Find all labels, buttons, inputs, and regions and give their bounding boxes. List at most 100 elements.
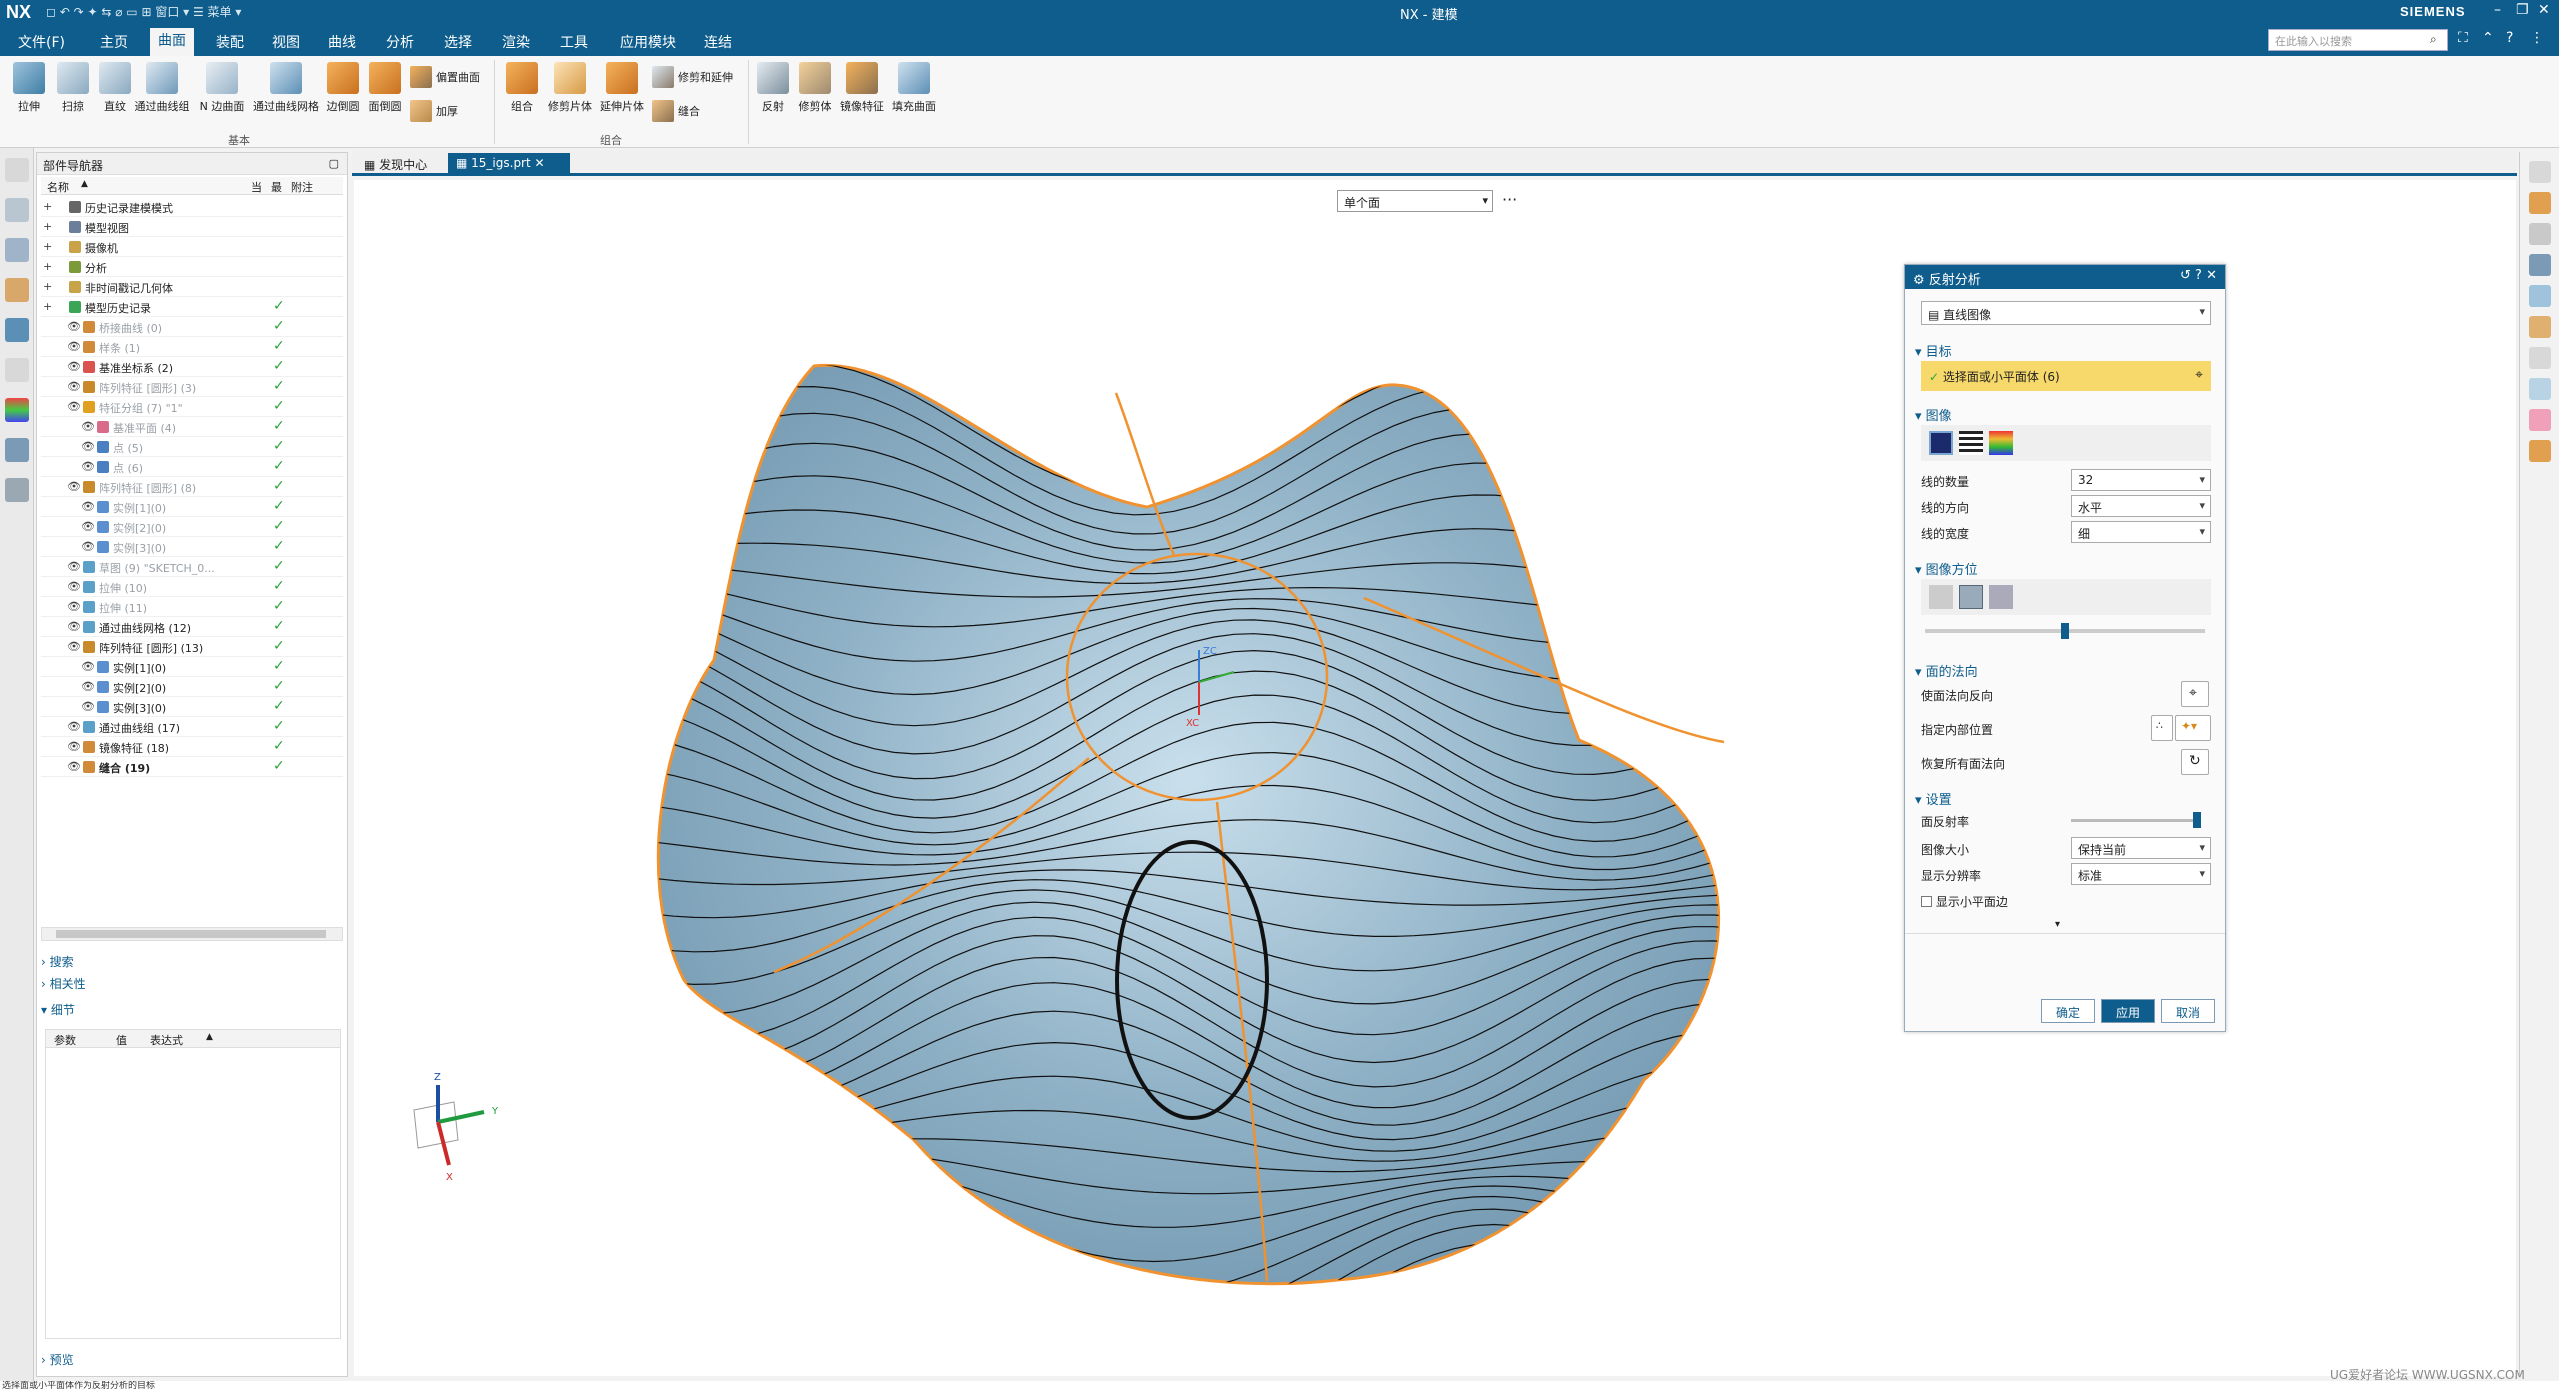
- inferred-point-dropdown[interactable]: ✦▾: [2175, 715, 2211, 741]
- sew-button[interactable]: 缝合: [652, 100, 700, 122]
- visibility-eye-icon[interactable]: 👁: [81, 660, 95, 673]
- visibility-eye-icon[interactable]: 👁: [81, 440, 95, 453]
- expand-icon[interactable]: +: [43, 280, 52, 293]
- expand-icon[interactable]: +: [43, 300, 52, 313]
- web-browser-icon[interactable]: [5, 318, 29, 342]
- visibility-eye-icon[interactable]: 👁: [67, 320, 81, 333]
- section-image-orientation[interactable]: ▾ 图像方位: [1915, 559, 1978, 578]
- line-direction-dropdown[interactable]: 水平: [2071, 495, 2211, 517]
- expand-icon[interactable]: +: [43, 240, 52, 253]
- wireframe-icon[interactable]: [2529, 254, 2551, 276]
- tree-row[interactable]: 👁 拉伸 (11) ✓: [41, 597, 343, 617]
- visibility-eye-icon[interactable]: 👁: [81, 460, 95, 473]
- tree-row[interactable]: 👁 阵列特征 [圆形] (8) ✓: [41, 477, 343, 497]
- n-sided-surface-button[interactable]: N 边曲面: [194, 62, 250, 114]
- shaded-view-icon[interactable]: [2529, 192, 2551, 214]
- black-white-lines-icon[interactable]: [1959, 431, 1983, 455]
- tree-row[interactable]: 👁 基准平面 (4) ✓: [41, 417, 343, 437]
- orientation-mode-2-icon[interactable]: [1959, 585, 1983, 609]
- reverse-normal-button[interactable]: ⌖: [2181, 681, 2209, 707]
- tree-row[interactable]: 👁 实例[3](0) ✓: [41, 537, 343, 557]
- face-icon[interactable]: [2529, 378, 2551, 400]
- menu-render[interactable]: 渲染: [494, 30, 538, 54]
- type-dropdown[interactable]: ▤ 直线图像: [1921, 301, 2211, 325]
- visibility-eye-icon[interactable]: 👁: [81, 680, 95, 693]
- menu-analysis[interactable]: 分析: [378, 30, 422, 54]
- more-icon[interactable]: ⋮: [2530, 30, 2544, 46]
- help-icon[interactable]: ?: [2195, 268, 2202, 283]
- plane-icon[interactable]: [2529, 409, 2551, 431]
- restore-normals-button[interactable]: ↻: [2181, 749, 2209, 775]
- tree-row[interactable]: 👁 实例[2](0) ✓: [41, 517, 343, 537]
- fill-surface-button[interactable]: 填充曲面: [888, 62, 940, 114]
- tree-row[interactable]: 👁 拉伸 (10) ✓: [41, 577, 343, 597]
- expand-more-icon[interactable]: ▾: [2055, 919, 2060, 930]
- cancel-button[interactable]: 取消: [2161, 999, 2215, 1023]
- command-search-input[interactable]: 在此输入以搜索: [2268, 29, 2448, 51]
- maximize-icon[interactable]: ▢: [329, 157, 339, 170]
- reflect-button[interactable]: 反射: [752, 62, 794, 114]
- visibility-eye-icon[interactable]: 👁: [67, 720, 81, 733]
- palette-icon[interactable]: [5, 398, 29, 422]
- dialog-gear-icon[interactable]: ⚙: [1913, 273, 1925, 288]
- section-settings[interactable]: ▾ 设置: [1915, 789, 1952, 808]
- section-search[interactable]: › 搜索: [41, 953, 74, 970]
- section-target[interactable]: ▾ 目标: [1915, 341, 1952, 360]
- menu-curve[interactable]: 曲线: [320, 30, 364, 54]
- tree-row[interactable]: + 模型视图: [41, 217, 343, 237]
- tree-row[interactable]: 👁 阵列特征 [圆形] (3) ✓: [41, 377, 343, 397]
- visibility-eye-icon[interactable]: 👁: [81, 700, 95, 713]
- checkbox-box[interactable]: [1921, 896, 1932, 907]
- roles-icon[interactable]: [5, 478, 29, 502]
- visibility-eye-icon[interactable]: 👁: [67, 560, 81, 573]
- menu-file[interactable]: 文件(F): [10, 30, 73, 54]
- quick-access-toolbar[interactable]: ◻ ↶ ↷ ✦ ⇆ ⌀ ▭ ⊞ 窗口 ▾ ☰ 菜单 ▾: [46, 3, 241, 20]
- tree-row[interactable]: 👁 点 (6) ✓: [41, 457, 343, 477]
- display-resolution-dropdown[interactable]: 标准: [2071, 863, 2211, 885]
- thicken-button[interactable]: 加厚: [410, 100, 458, 122]
- horizontal-scrollbar[interactable]: [41, 927, 343, 941]
- restore-icon[interactable]: ❐: [2516, 2, 2529, 18]
- tree-row[interactable]: 👁 基准坐标系 (2) ✓: [41, 357, 343, 377]
- reflectivity-slider-thumb[interactable]: [2193, 812, 2201, 828]
- visibility-eye-icon[interactable]: 👁: [67, 760, 81, 773]
- detail-col-expression[interactable]: 表达式: [150, 1032, 183, 1048]
- expand-icon[interactable]: +: [43, 220, 52, 233]
- tree-row[interactable]: 👁 实例[1](0) ✓: [41, 497, 343, 517]
- tree-row[interactable]: 👁 样条 (1) ✓: [41, 337, 343, 357]
- extrude-button[interactable]: 拉伸: [6, 62, 52, 114]
- part-icon[interactable]: [2529, 223, 2551, 245]
- menu-surface[interactable]: 曲面: [150, 28, 194, 56]
- reuse-library-icon[interactable]: [5, 278, 29, 302]
- face-blend-button[interactable]: 面倒圆: [364, 62, 406, 114]
- visibility-eye-icon[interactable]: 👁: [81, 540, 95, 553]
- visibility-eye-icon[interactable]: 👁: [67, 640, 81, 653]
- column-notes[interactable]: 附注: [291, 179, 313, 195]
- offset-surface-button[interactable]: 偏置曲面: [410, 66, 480, 88]
- visibility-eye-icon[interactable]: 👁: [67, 480, 81, 493]
- mirror-feature-button[interactable]: 镜像特征: [836, 62, 888, 114]
- sweep-button[interactable]: 扫掠: [50, 62, 96, 114]
- tree-row[interactable]: 👁 实例[3](0) ✓: [41, 697, 343, 717]
- close-icon[interactable]: ✕: [2538, 2, 2550, 18]
- trim-body-button[interactable]: 修剪体: [794, 62, 836, 114]
- settings-gear-icon[interactable]: [5, 158, 29, 182]
- measure-icon[interactable]: [2529, 347, 2551, 369]
- search-icon[interactable]: ⌕: [2430, 32, 2437, 47]
- reset-icon[interactable]: ↺: [2180, 268, 2191, 283]
- menu-view[interactable]: 视图: [264, 30, 308, 54]
- tree-row[interactable]: 👁 特征分组 (7) "1" ✓: [41, 397, 343, 417]
- visibility-eye-icon[interactable]: 👁: [67, 360, 81, 373]
- select-face-field[interactable]: ✓ 选择面或小平面体 (6) ⌖: [1921, 361, 2211, 391]
- fullscreen-icon[interactable]: ⛶: [2458, 30, 2468, 46]
- curve-icon[interactable]: [2529, 316, 2551, 338]
- visibility-eye-icon[interactable]: 👁: [67, 740, 81, 753]
- tree-row[interactable]: 👁 镜像特征 (18) ✓: [41, 737, 343, 757]
- scrollbar-thumb[interactable]: [56, 930, 326, 938]
- assembly-navigator-icon[interactable]: [5, 198, 29, 222]
- collapse-ribbon-icon[interactable]: ⌃: [2482, 30, 2494, 46]
- menu-home[interactable]: 主页: [92, 30, 136, 54]
- color-lines-icon[interactable]: [1989, 431, 2013, 455]
- tree-row[interactable]: 👁 草图 (9) "SKETCH_0... ✓: [41, 557, 343, 577]
- menu-select[interactable]: 选择: [436, 30, 480, 54]
